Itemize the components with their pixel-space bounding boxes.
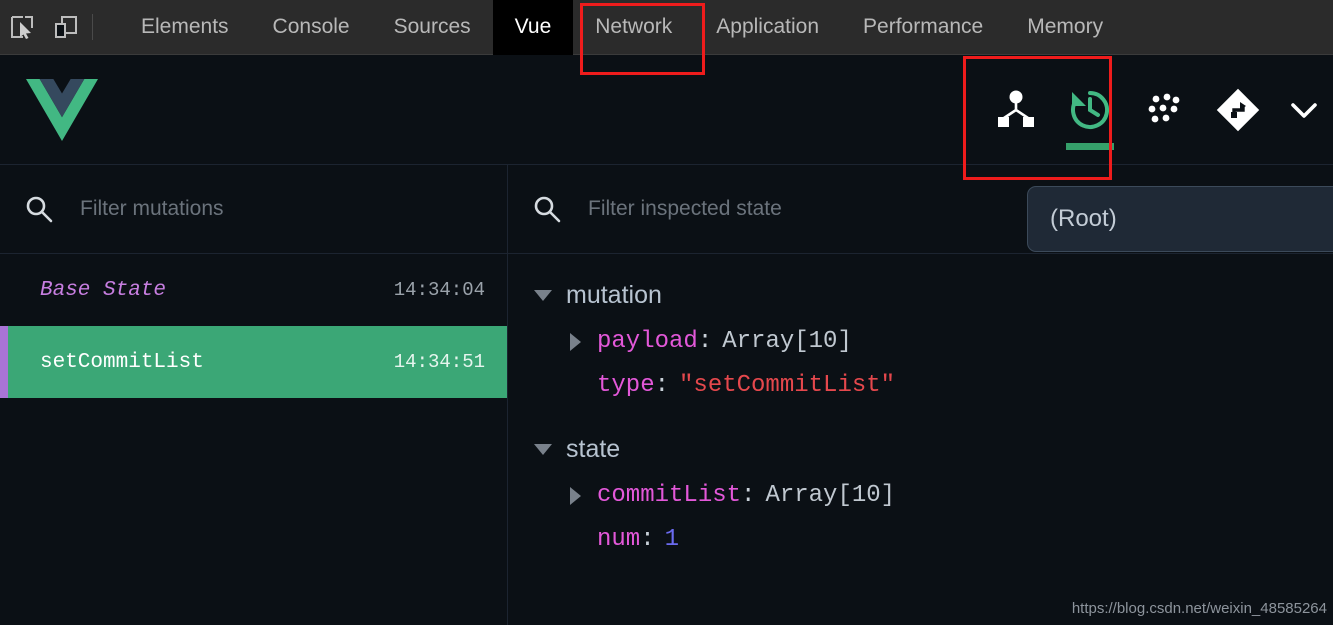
tab-console[interactable]: Console xyxy=(251,0,372,55)
tab-label: Network xyxy=(595,15,673,38)
mutation-name: Base State xyxy=(40,278,167,302)
tab-label: Vue xyxy=(514,15,552,38)
mutation-name: setCommitList xyxy=(40,350,204,374)
inspector-group-mutation: mutation payload : Array[10] type : "set… xyxy=(534,270,1333,408)
tab-performance[interactable]: Performance xyxy=(841,0,1005,55)
inspector-group-title: state xyxy=(566,434,621,463)
inspector-row-type[interactable]: type : "setCommitList" xyxy=(534,364,1333,408)
search-icon xyxy=(534,196,561,223)
chevron-right-icon[interactable] xyxy=(570,333,581,351)
tab-memory[interactable]: Memory xyxy=(1005,0,1125,55)
vue-devtools-screenshot: Elements Console Sources Vue Network App… xyxy=(0,0,1333,625)
vue-panel-tabs xyxy=(979,55,1333,165)
mutations-list: Base State 14:34:04 setCommitList 14:34:… xyxy=(0,254,507,398)
devtools-tab-bar: Elements Console Sources Vue Network App… xyxy=(0,0,1333,55)
tab-label: Application xyxy=(716,15,820,38)
mutations-filter-input[interactable]: Filter mutations xyxy=(80,197,224,221)
tab-label: Console xyxy=(272,15,350,38)
more-tabs-chevron-icon[interactable] xyxy=(1275,55,1333,165)
tab-application[interactable]: Application xyxy=(694,0,841,55)
inspector-row-num[interactable]: num : 1 xyxy=(534,518,1333,562)
inspector-row-payload[interactable]: payload : Array[10] xyxy=(534,320,1333,364)
vue-logo xyxy=(26,78,98,141)
inspector-key: type xyxy=(597,372,655,399)
mutations-column: Filter mutations Base State 14:34:04 set… xyxy=(0,165,508,625)
root-store-select-value: (Root) xyxy=(1050,205,1117,232)
search-icon xyxy=(26,196,53,223)
vue-panel-header xyxy=(0,55,1333,165)
chevron-down-icon[interactable] xyxy=(534,289,552,301)
inspector-key: commitList xyxy=(597,482,742,509)
tab-label: Memory xyxy=(1027,15,1104,38)
mutation-row-base-state[interactable]: Base State 14:34:04 xyxy=(0,254,507,326)
mutation-time: 14:34:04 xyxy=(393,279,485,301)
watermark: https://blog.csdn.net/weixin_48585264 xyxy=(1071,600,1327,617)
tab-elements[interactable]: Elements xyxy=(119,0,251,55)
device-toolbar-icon[interactable] xyxy=(44,5,88,49)
vue-devtools-panel: Filter mutations Base State 14:34:04 set… xyxy=(0,55,1333,625)
toolbar-divider xyxy=(92,14,93,40)
state-inspector: mutation payload : Array[10] type : "set… xyxy=(508,254,1333,562)
inspector-filter-input[interactable]: Filter inspected state xyxy=(588,197,782,221)
inspector-colon: : xyxy=(741,482,756,509)
chevron-right-icon[interactable] xyxy=(570,487,581,505)
inspector-colon: : xyxy=(640,526,655,553)
inspector-group-title: mutation xyxy=(566,280,662,309)
inspector-key: num xyxy=(597,526,641,553)
mutations-filter-bar[interactable]: Filter mutations xyxy=(0,165,507,254)
inspector-row-commitlist[interactable]: commitList : Array[10] xyxy=(534,474,1333,518)
inspector-group-header[interactable]: state xyxy=(534,424,1333,474)
inspector-value: "setCommitList" xyxy=(679,372,896,399)
mutation-row-setcommitlist[interactable]: setCommitList 14:34:51 xyxy=(0,326,507,398)
inspector-value: 1 xyxy=(664,526,680,553)
tab-vue[interactable]: Vue xyxy=(492,0,574,55)
tab-sources[interactable]: Sources xyxy=(372,0,493,55)
components-tab-icon[interactable] xyxy=(979,55,1053,165)
routing-tab-icon[interactable] xyxy=(1201,55,1275,165)
chevron-down-icon[interactable] xyxy=(534,443,552,455)
inspector-colon: : xyxy=(654,372,670,399)
devtools-tabs: Elements Console Sources Vue Network App… xyxy=(119,0,1125,55)
mutation-time: 14:34:51 xyxy=(393,351,485,373)
vuex-history-tab-icon[interactable] xyxy=(1053,55,1127,165)
tab-label: Performance xyxy=(863,15,984,38)
inspector-colon: : xyxy=(697,328,713,355)
events-tab-icon[interactable] xyxy=(1127,55,1201,165)
tab-label: Elements xyxy=(141,15,229,38)
inspector-value: Array[10] xyxy=(722,328,852,355)
inspector-group-state: state commitList : Array[10] num : 1 xyxy=(534,424,1333,562)
tab-label: Sources xyxy=(393,15,471,38)
inspect-element-icon[interactable] xyxy=(0,5,44,49)
root-store-select[interactable]: (Root) xyxy=(1027,186,1333,252)
inspector-group-header[interactable]: mutation xyxy=(534,270,1333,320)
tab-network[interactable]: Network xyxy=(573,0,694,55)
inspector-value: Array[10] xyxy=(765,482,896,509)
inspector-key: payload xyxy=(597,328,698,355)
